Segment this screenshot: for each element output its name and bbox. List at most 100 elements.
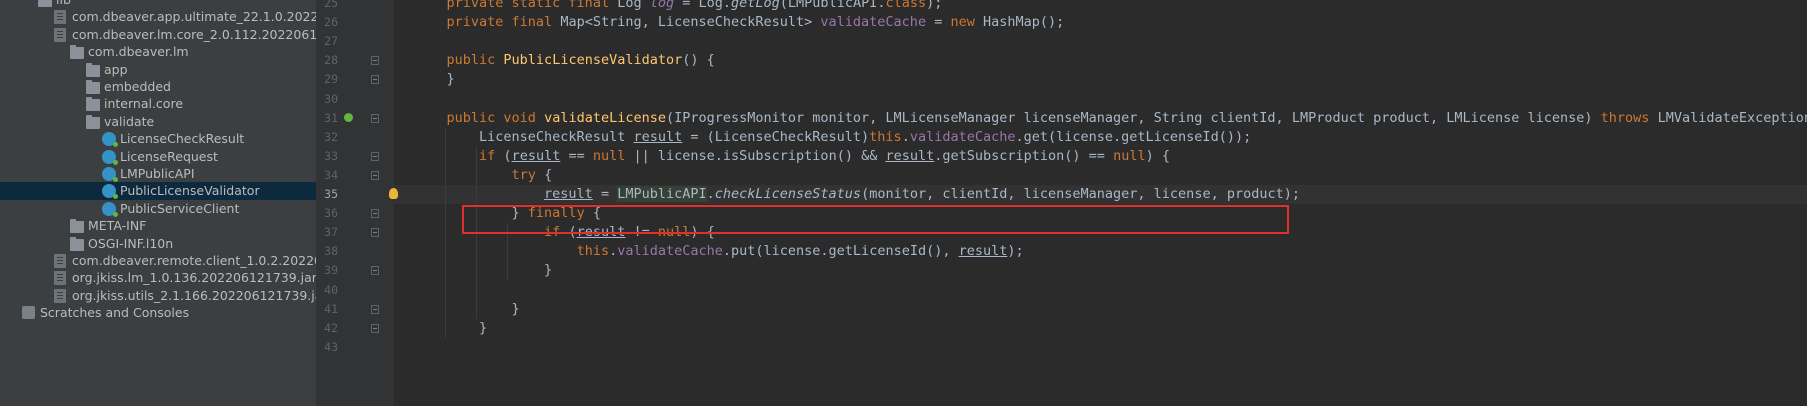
code-token: () {: [682, 52, 715, 69]
fold-marker-icon[interactable]: [371, 56, 379, 66]
tree-item-meta-inf[interactable]: META-INF: [0, 217, 316, 234]
code-line[interactable]: }: [414, 70, 455, 89]
code-token: result: [544, 186, 593, 202]
code-line[interactable]: result = LMPublicAPI.checkLicenseStatus(…: [414, 185, 1300, 204]
tree-item-internal-core[interactable]: internal.core: [0, 95, 316, 112]
annotation-highlight-box: [462, 205, 1289, 234]
tree-item-label: com.dbeaver.lm: [88, 44, 189, 60]
code-token: result: [633, 128, 683, 145]
line-number: 31: [324, 110, 338, 125]
code-token: validateLicense: [544, 109, 666, 126]
code-token: validateCache: [820, 14, 927, 31]
code-line[interactable]: LicenseCheckResult result = (LicenseChec…: [414, 128, 1251, 147]
fold-marker-icon[interactable]: [371, 209, 379, 219]
class-icon: [102, 149, 118, 165]
line-number: 33: [324, 148, 338, 163]
jar-icon: [54, 27, 66, 42]
code-token: Log: [617, 0, 650, 11]
tree-item-embedded[interactable]: embedded: [0, 78, 316, 95]
tree-item-osgi-inf-l10n[interactable]: OSGI-INF.l10n: [0, 235, 316, 252]
code-line[interactable]: private static final Log log = Log.getLo…: [414, 0, 943, 13]
tree-item-licensecheckresult[interactable]: LicenseCheckResult: [0, 130, 316, 148]
code-token: ) {: [1145, 147, 1170, 164]
code-token: =: [592, 186, 618, 202]
class-icon: [102, 201, 118, 217]
tree-item-label: org.jkiss.lm_1.0.136.202206121739.jarlib: [72, 270, 316, 286]
fold-marker-icon[interactable]: [371, 170, 379, 180]
class-icon: [102, 167, 118, 182]
code-token: this: [576, 243, 610, 260]
tree-item-app[interactable]: app: [0, 61, 316, 78]
tree-item-com-dbeaver-lm-core-2-0-112-2022061217[interactable]: com.dbeaver.lm.core_2.0.112.2022061217: [0, 26, 316, 43]
tree-item-org-jkiss-utils-2-1-166-202206121739-jar[interactable]: org.jkiss.utils_2.1.166.202206121739.jar…: [0, 287, 316, 304]
code-token: );: [1007, 243, 1024, 260]
code-token: (: [503, 147, 512, 164]
code-token: .: [706, 186, 715, 202]
code-line[interactable]: private final Map<String, LicenseCheckRe…: [414, 13, 1065, 32]
tree-item-publiclicensevalidator[interactable]: PublicLicenseValidator: [0, 182, 316, 200]
line-number: 27: [324, 34, 338, 49]
fold-marker-icon[interactable]: [371, 304, 379, 314]
code-token: class: [885, 0, 927, 11]
class-icon: [102, 184, 118, 200]
code-token: =: [926, 14, 951, 31]
fold-marker-icon[interactable]: [371, 75, 379, 85]
code-line[interactable]: try {: [414, 166, 553, 185]
code-line[interactable]: if (result == null || license.isSubscrip…: [414, 147, 1170, 166]
code-token: }: [414, 319, 488, 336]
line-number: 32: [324, 129, 338, 144]
tree-item-lib[interactable]: lib: [0, 0, 316, 8]
scratches-icon: [22, 306, 35, 320]
tree-item-label: lib: [56, 0, 71, 8]
tree-item-com-dbeaver-app-ultimate-22-1-0-2022061[interactable]: com.dbeaver.app.ultimate_22.1.0.2022061: [0, 8, 316, 25]
fold-marker-icon[interactable]: [371, 323, 379, 333]
tree-item-lmpublicapi[interactable]: LMPublicAPI: [0, 165, 316, 182]
code-token: public: [446, 52, 504, 69]
code-token: private final: [446, 14, 561, 31]
code-line[interactable]: this.validateCache.put(license.getLicens…: [414, 242, 1024, 261]
override-method-icon[interactable]: [344, 112, 353, 122]
code-line[interactable]: }: [414, 319, 487, 338]
code-token: throws: [1600, 109, 1658, 126]
code-line[interactable]: public void validateLicense(IProgressMon…: [414, 109, 1807, 128]
fold-marker-icon[interactable]: [371, 266, 379, 276]
code-token: PublicLicenseValidator: [503, 52, 683, 69]
line-number: 39: [324, 263, 338, 278]
fold-marker-icon[interactable]: [371, 151, 379, 161]
code-line[interactable]: public PublicLicenseValidator() {: [414, 51, 715, 70]
line-number: 36: [324, 206, 338, 221]
line-number: 35: [324, 187, 338, 201]
tree-item-com-dbeaver-lm[interactable]: com.dbeaver.lm: [0, 43, 316, 60]
folder-icon: [86, 80, 100, 94]
folder-icon: [86, 62, 100, 77]
code-token: result: [885, 147, 935, 164]
tree-item-label: com.dbeaver.lm.core_2.0.112.2022061217: [72, 26, 316, 42]
code-token: (IProgressMonitor monitor, LMLicenseMana…: [665, 109, 1601, 126]
fold-marker-icon[interactable]: [371, 113, 379, 123]
tree-item-label: LMPublicAPI: [120, 166, 195, 181]
code-token: getLog: [731, 0, 780, 11]
tree-item-scratches-and-consoles[interactable]: Scratches and Consoles: [0, 304, 316, 321]
tree-item-label: LicenseCheckResult: [120, 131, 245, 147]
fold-marker-icon[interactable]: [371, 228, 379, 238]
tree-item-com-dbeaver-remote-client-1-0-2-2022061[interactable]: com.dbeaver.remote.client_1.0.2.2022061: [0, 252, 316, 269]
tree-item-label: PublicServiceClient: [120, 200, 240, 216]
code-token: = Log.: [674, 0, 732, 11]
tree-item-org-jkiss-lm-1-0-136-202206121739-jar[interactable]: org.jkiss.lm_1.0.136.202206121739.jarlib: [0, 269, 316, 286]
tree-item-publicserviceclient[interactable]: PublicServiceClient: [0, 200, 316, 217]
tree-item-validate[interactable]: validate: [0, 113, 316, 130]
intention-bulb-icon[interactable]: [389, 188, 398, 199]
folder-icon: [70, 45, 84, 60]
code-token: Map<String, LicenseCheckResult>: [560, 14, 821, 31]
code-line[interactable]: }: [414, 300, 520, 319]
code-editor[interactable]: private static final Log log = Log.getLo…: [414, 0, 1807, 406]
code-line[interactable]: }: [414, 261, 552, 280]
folder-icon: [86, 114, 100, 129]
code-token: public void: [446, 109, 545, 126]
tree-item-licenserequest[interactable]: LicenseRequest: [0, 148, 316, 165]
jar-icon: [54, 271, 66, 286]
code-token: result: [511, 147, 561, 164]
